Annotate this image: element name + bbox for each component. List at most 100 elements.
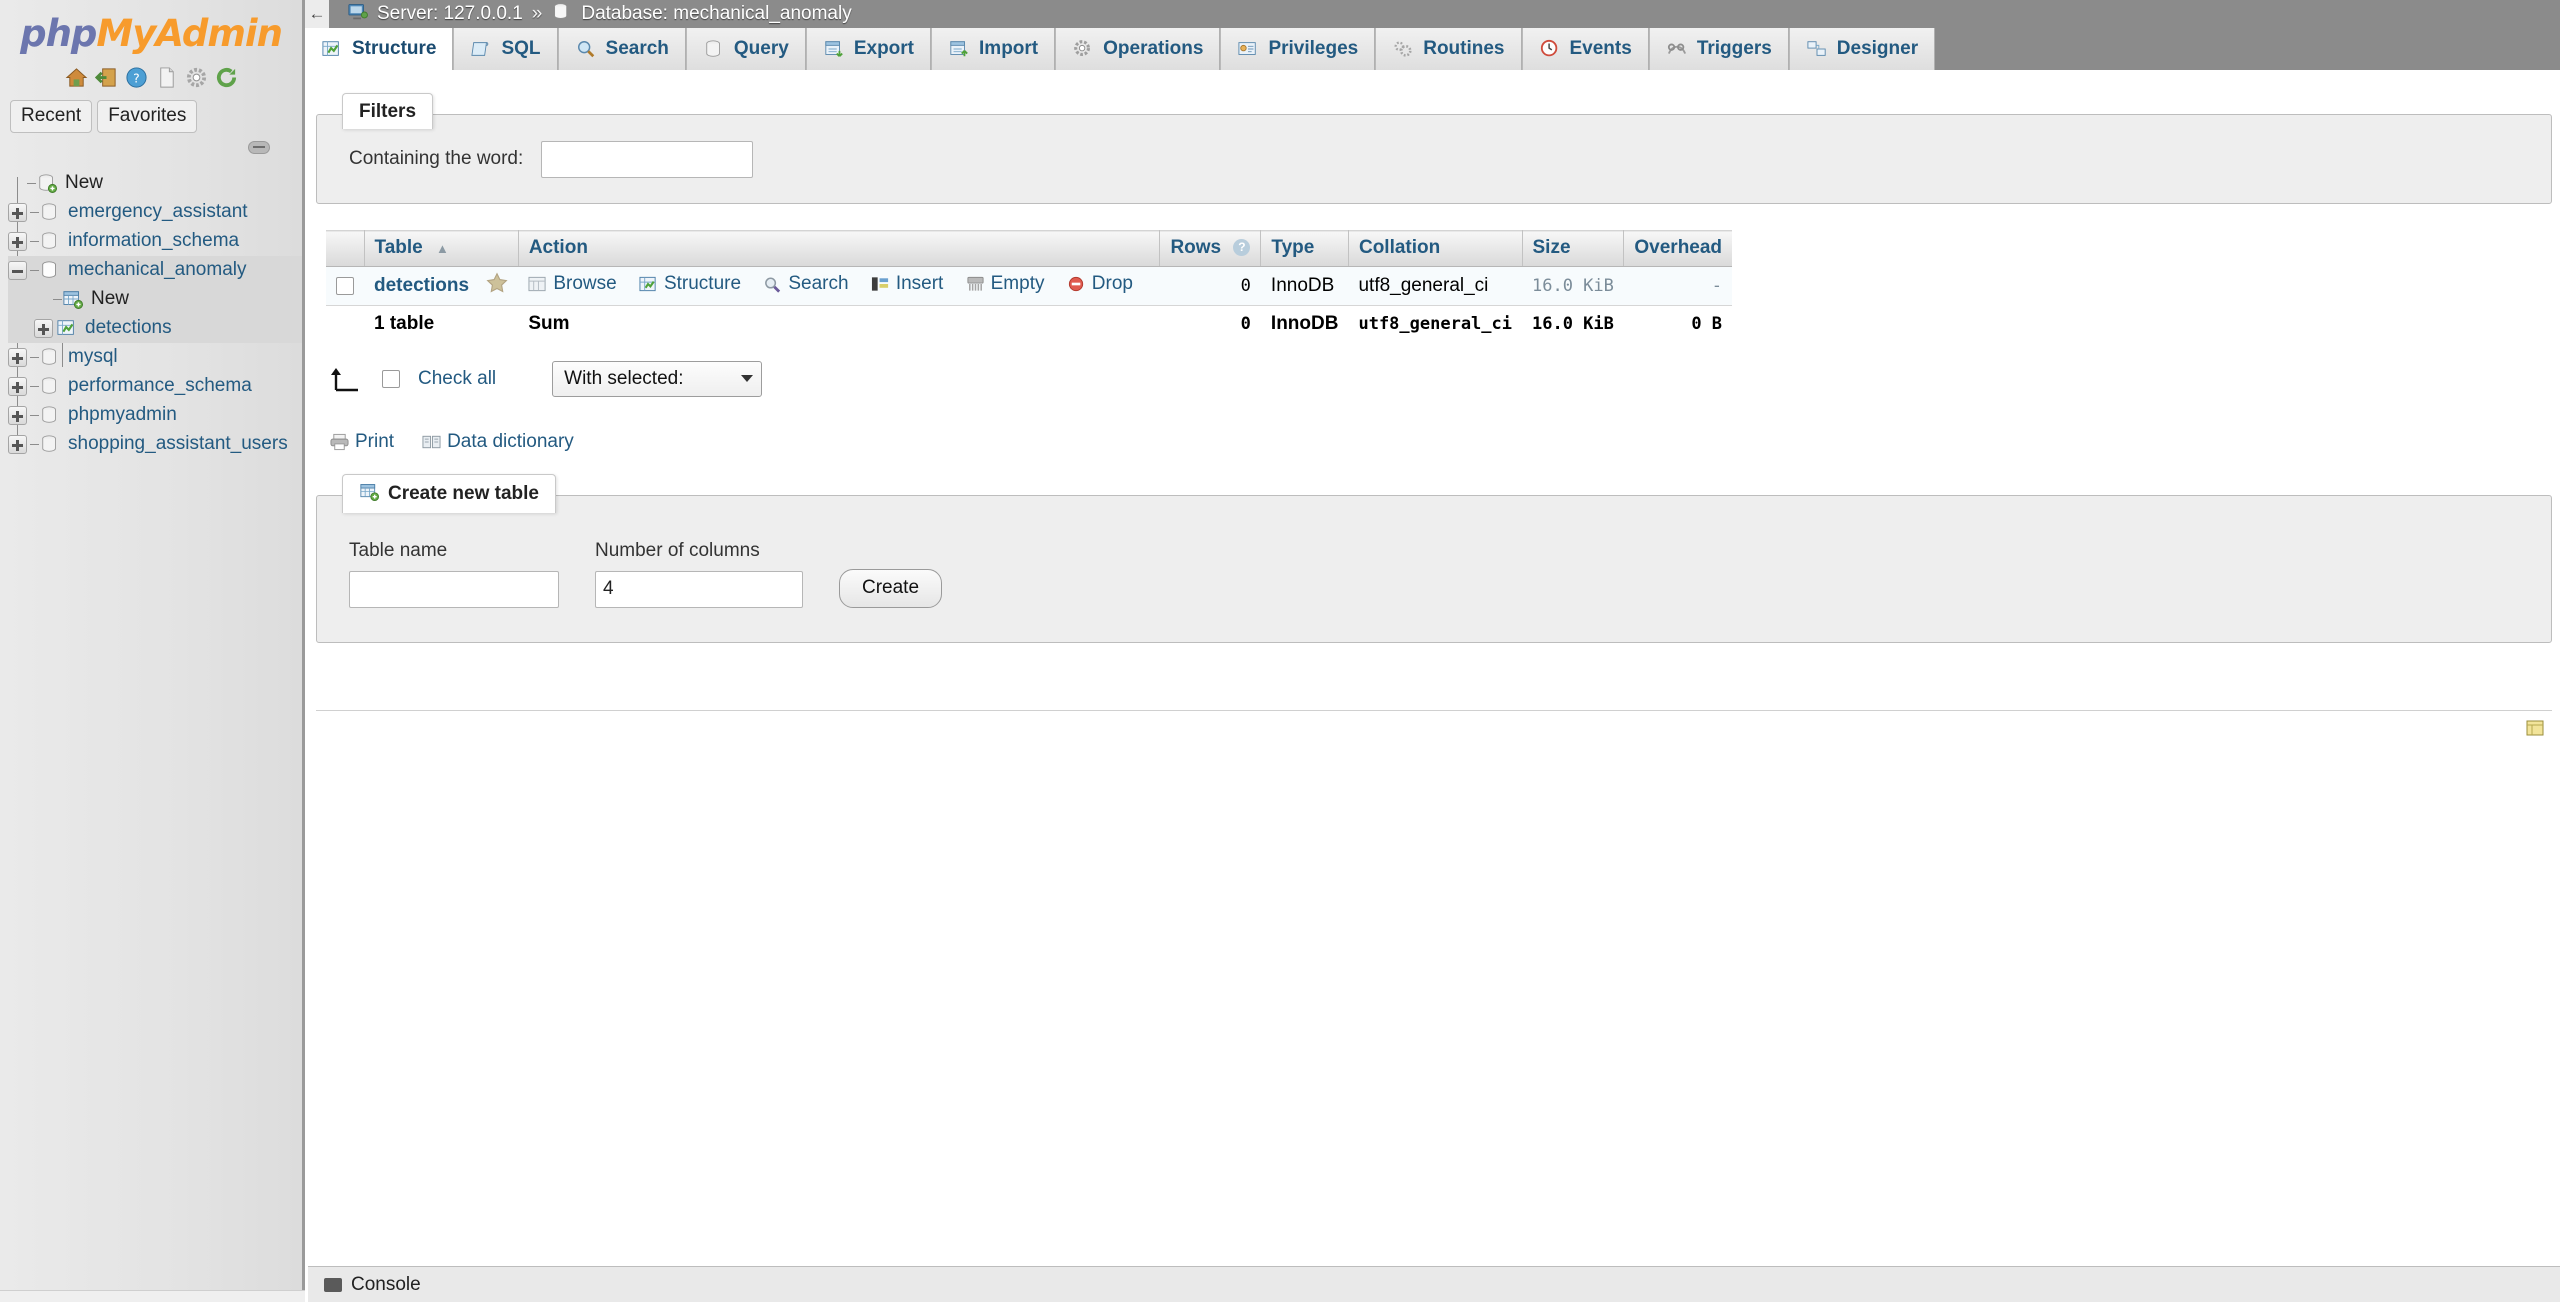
table-new-icon <box>359 482 380 507</box>
tree-item-mechanical-anomaly[interactable]: mechanical_anomaly <box>8 255 302 285</box>
expand-icon[interactable] <box>8 231 27 251</box>
tab-import[interactable]: Import <box>931 28 1056 70</box>
tree-item-shopping-assistant-users[interactable]: shopping_assistant_users <box>8 430 302 459</box>
export-sheet-icon[interactable] <box>2526 720 2544 736</box>
import-icon <box>948 39 970 59</box>
rows-help-icon[interactable]: ? <box>1233 239 1251 257</box>
col-type[interactable]: Type <box>1260 230 1349 267</box>
expand-icon[interactable] <box>8 202 27 222</box>
reload-icon[interactable] <box>215 66 238 89</box>
table-name-link[interactable]: detections <box>374 275 469 296</box>
tab-query[interactable]: Query <box>685 28 806 70</box>
collapse-icon[interactable] <box>8 260 27 280</box>
home-icon[interactable] <box>65 66 88 89</box>
expand-icon[interactable] <box>8 376 27 396</box>
tree-item-label: shopping_assistant_users <box>68 433 288 455</box>
search-icon <box>763 275 782 293</box>
structure-icon <box>639 275 658 293</box>
filters-legend-label: Filters <box>359 101 417 122</box>
row-overhead: - <box>1623 266 1733 306</box>
summary-size: 16.0 KiB <box>1522 305 1624 343</box>
tree-item-information-schema[interactable]: information_schema <box>8 227 302 256</box>
check-all-label[interactable]: Check all <box>418 368 496 390</box>
print-link[interactable]: Print <box>330 431 394 453</box>
with-selected-select[interactable]: With selected: <box>552 360 763 397</box>
filters-body: Containing the word: <box>317 115 2551 203</box>
create-button[interactable]: Create <box>839 568 943 608</box>
docs-icon[interactable] <box>155 66 178 89</box>
col-table-label: Table <box>374 237 423 258</box>
tree-item-detections[interactable]: detections <box>8 313 302 343</box>
table-name-input[interactable] <box>349 570 559 608</box>
console-label: Console <box>351 1273 421 1295</box>
star-icon[interactable] <box>486 272 508 299</box>
database-label[interactable]: Database: mechanical_anomaly <box>581 3 851 25</box>
server-label[interactable]: Server: 127.0.0.1 <box>377 3 523 25</box>
tab-sql[interactable]: SQL <box>453 28 558 70</box>
col-rows[interactable]: Rows ? <box>1159 230 1262 267</box>
tree-item-phpmyadmin[interactable]: phpmyadmin <box>8 401 302 430</box>
phpmyadmin-logo[interactable]: phpMyAdmin <box>0 0 302 55</box>
tab-structure[interactable]: Structure <box>305 28 454 70</box>
action-drop[interactable]: Drop <box>1067 273 1133 295</box>
tree-item-performance-schema[interactable]: performance_schema <box>8 372 302 401</box>
tab-favorites[interactable]: Favorites <box>97 100 198 133</box>
tab-export[interactable]: Export <box>805 28 932 70</box>
tab-search[interactable]: Search <box>557 28 686 70</box>
tree-item-new-table[interactable]: New <box>8 284 302 314</box>
check-all-checkbox[interactable] <box>382 369 400 388</box>
tab-label: SQL <box>501 38 541 59</box>
columns-input[interactable] <box>595 570 803 608</box>
table-list-head: Table ▲ Action Rows ? Type Collation Siz… <box>326 230 1733 267</box>
table-header-row: Table ▲ Action Rows ? Type Collation Siz… <box>326 230 1733 267</box>
breadcrumb-bar: ← Server: 127.0.0.1 » Database: mechanic… <box>305 0 2560 28</box>
tree-item-mysql[interactable]: mysql <box>8 343 302 372</box>
action-browse[interactable]: Browse <box>528 273 617 295</box>
tab-triggers[interactable]: Triggers <box>1648 28 1789 70</box>
col-collation[interactable]: Collation <box>1348 230 1523 267</box>
tab-routines[interactable]: Routines <box>1375 28 1522 70</box>
tree-item-label: emergency_assistant <box>68 201 248 223</box>
data-dictionary-link[interactable]: Data dictionary <box>422 431 574 453</box>
help-icon[interactable]: ? <box>125 66 148 89</box>
containing-word-input[interactable] <box>541 140 754 178</box>
search-icon <box>575 39 597 59</box>
tab-recent[interactable]: Recent <box>10 100 93 133</box>
sql-icon <box>470 39 492 59</box>
console-toggle[interactable]: Console <box>308 1274 421 1296</box>
logout-icon[interactable] <box>94 66 118 89</box>
action-empty[interactable]: Empty <box>966 273 1045 295</box>
server-icon <box>347 2 368 27</box>
settings-icon[interactable] <box>185 66 208 89</box>
tab-designer[interactable]: Designer <box>1788 28 1936 70</box>
tab-events[interactable]: Events <box>1521 28 1649 70</box>
action-structure[interactable]: Structure <box>639 273 741 295</box>
action-insert[interactable]: Insert <box>871 273 943 295</box>
expand-icon[interactable] <box>8 347 27 367</box>
back-button[interactable]: ← <box>305 0 329 28</box>
col-table[interactable]: Table ▲ <box>364 230 519 267</box>
database-icon <box>39 260 61 280</box>
expand-icon[interactable] <box>8 405 27 425</box>
action-search[interactable]: Search <box>763 273 849 295</box>
action-label: Empty <box>990 273 1045 294</box>
tree-item-new-database[interactable]: New <box>8 169 302 198</box>
console-bar[interactable]: Console <box>308 1266 2560 1302</box>
row-checkbox[interactable] <box>336 276 354 295</box>
tab-privileges[interactable]: Privileges <box>1220 28 1376 70</box>
events-icon <box>1539 39 1561 59</box>
sidebar-horizontal-scrollbar[interactable] <box>0 1290 305 1302</box>
col-size[interactable]: Size <box>1522 230 1625 267</box>
collapse-navigation-icon[interactable] <box>248 140 270 154</box>
expand-icon[interactable] <box>34 318 53 338</box>
sidebar-collapse-bar <box>0 133 302 163</box>
expand-icon[interactable] <box>8 434 27 454</box>
database-tree: New emergency_assistant information_sche… <box>0 169 302 459</box>
tab-operations[interactable]: Operations <box>1055 28 1221 70</box>
sidebar-icon-bar: ? <box>0 64 302 90</box>
summary-rows-count: 0 <box>1159 305 1261 343</box>
tree-item-emergency-assistant[interactable]: emergency_assistant <box>8 198 302 227</box>
tab-label: Query <box>733 38 789 59</box>
col-overhead[interactable]: Overhead <box>1623 230 1733 267</box>
triggers-icon <box>1666 39 1688 59</box>
